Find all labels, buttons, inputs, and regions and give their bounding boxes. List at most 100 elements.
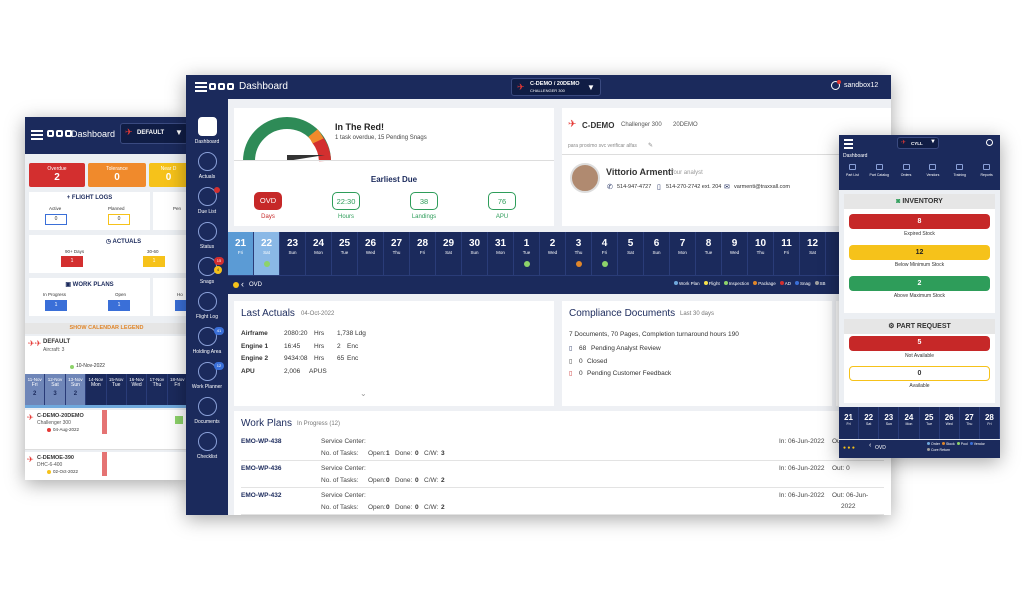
calendar-day[interactable]: 16-Nov Wed (127, 374, 148, 405)
left-tile-overdue[interactable]: Overdue 2 (29, 163, 85, 187)
menu-icon[interactable] (31, 134, 43, 136)
calendar-day[interactable]: 28 Fri (980, 407, 1000, 439)
sidebar-item-documents[interactable]: Documents (186, 397, 228, 425)
aircraft-dropdown[interactable]: ✈ C-DEMO / 20DEMO CHALLENGER 300 ▼ (511, 78, 601, 96)
work-plan-row[interactable]: EMO-WP-432 Service Center: No. of Tasks: Op… (241, 489, 884, 515)
calendar-day[interactable]: 24 Mon (899, 407, 920, 439)
col-value[interactable]: 1 (45, 300, 67, 311)
calendar-day[interactable]: 11-Nov Fri 2 (25, 374, 46, 405)
calendar-day[interactable]: 18-Nov Fri (168, 374, 188, 405)
due-value-box[interactable]: 22:30 (332, 192, 360, 210)
compliance-label[interactable]: Pending Customer Feedback (587, 370, 671, 377)
col-value[interactable]: 1 (61, 256, 83, 267)
sidebar-item-status[interactable]: Status (186, 222, 228, 250)
sidebar-item-due-list[interactable]: Due List (186, 187, 228, 215)
inventory-value[interactable]: 2 (849, 276, 990, 291)
calendar-day[interactable]: 13-Nov Sun 2 (65, 374, 87, 405)
mobile-nav-vendors[interactable]: Vendors (920, 162, 947, 177)
calendar-day[interactable]: 23 Sun (879, 407, 900, 439)
edit-icon[interactable]: ✎ (648, 142, 653, 149)
chevron-down-icon[interactable]: ⌄ (360, 389, 367, 398)
calendar-day[interactable]: 25 Tue (920, 407, 940, 439)
analyst-phone2[interactable]: 514-270-2742 ext. 204 (666, 184, 721, 190)
mobile-nav-training[interactable]: Training (946, 162, 973, 177)
user-icon[interactable] (986, 139, 993, 146)
chevron-left-icon[interactable]: ‹ (869, 442, 871, 449)
calendar-day[interactable]: 25 Tue (332, 232, 358, 275)
calendar-day[interactable]: 26 Wed (940, 407, 960, 439)
col-value[interactable]: 0 (45, 214, 67, 225)
calendar-day[interactable]: 28 Fri (410, 232, 436, 275)
inventory-value[interactable]: 12 (849, 245, 990, 260)
compliance-label[interactable]: Pending Analyst Review (591, 345, 661, 352)
analyst-email[interactable]: varmenti@traxxall.com (734, 184, 790, 190)
calendar-legend-toggle[interactable]: SHOW CALENDAR LEGEND (25, 323, 188, 334)
calendar-day[interactable]: 11 Fri (774, 232, 800, 275)
sidebar-item-holding-area[interactable]: Holding Area 41 (186, 327, 228, 355)
calendar-day[interactable]: 22 Sat (859, 407, 880, 439)
left-tile-tolerance[interactable]: Tolerance 0 (88, 163, 146, 187)
sidebar-item-work-planner[interactable]: Work Planner 12 (186, 362, 228, 390)
calendar-day[interactable]: 29 Sat (436, 232, 462, 275)
calendar-day[interactable]: 21 Fri (228, 232, 254, 275)
calendar-day[interactable]: 14-Nov Mon (86, 374, 107, 405)
calendar-day[interactable]: 10 Thu (748, 232, 774, 275)
work-plan-id[interactable]: EMO-WP-438 (241, 438, 281, 445)
left-tile-near[interactable]: Near D 0 (149, 163, 188, 187)
menu-icon[interactable] (844, 143, 853, 145)
work-plan-row[interactable]: EMO-WP-438 Service Center: No. of Tasks: Op… (241, 435, 884, 461)
calendar-day[interactable]: 5 Sat (618, 232, 644, 275)
mobile-nav-reports[interactable]: Reports (973, 162, 1000, 177)
calendar-day[interactable]: 23 Sun (280, 232, 306, 275)
calendar-day[interactable]: 30 Sun (462, 232, 488, 275)
inventory-value[interactable]: 8 (849, 214, 990, 229)
calendar-day[interactable]: 27 Thu (960, 407, 980, 439)
sidebar-item-checklist[interactable]: Checklist (186, 432, 228, 460)
calendar-day[interactable]: 4 Fri (592, 232, 618, 275)
calendar-day[interactable]: 3 Thu (566, 232, 592, 275)
compliance-label[interactable]: Closed (587, 358, 607, 365)
col-value[interactable]: 1 (108, 300, 130, 311)
mobile-dropdown[interactable]: ✈ CYLL ▼ (897, 137, 939, 149)
calendar-day[interactable]: 7 Mon (670, 232, 696, 275)
col-value[interactable]: 1 (143, 256, 165, 267)
work-plan-id[interactable]: EMO-WP-436 (241, 465, 281, 472)
mobile-nav-part-list[interactable]: Part List (839, 162, 866, 177)
sidebar-item-snags[interactable]: Snags 15 4 (186, 257, 228, 285)
calendar-day[interactable]: 6 Sun (644, 232, 670, 275)
calendar-day[interactable]: 26 Wed (358, 232, 384, 275)
work-plan-row[interactable]: EMO-WP-436 Service Center: No. of Tasks: Op… (241, 462, 884, 488)
calendar-day[interactable]: 2 Wed (540, 232, 566, 275)
menu-icon[interactable] (195, 86, 207, 88)
analyst-phone1[interactable]: 514-947-4727 (617, 184, 651, 190)
aircraft-row[interactable]: ✈ C-DEMOE-390 DHC-6-400 02-Oct-2022 (25, 452, 188, 480)
sidebar-item-actuals[interactable]: Actuals (186, 152, 228, 180)
calendar-day[interactable]: 31 Mon (488, 232, 514, 275)
mobile-nav-part-catalog[interactable]: Part Catalog (866, 162, 893, 177)
calendar-day[interactable]: 12 Sat (800, 232, 826, 275)
part-request-value[interactable]: 5 (849, 336, 990, 351)
calendar-day[interactable]: 9 Wed (722, 232, 748, 275)
calendar-day[interactable]: 22 Sat (254, 232, 280, 275)
user-name[interactable]: sandbox12 (844, 82, 878, 89)
sidebar-item-flight-log[interactable]: Flight Log (186, 292, 228, 320)
left-dropdown[interactable]: ✈ DEFAULT ▼ (120, 123, 188, 144)
calendar-day[interactable]: 27 Thu (384, 232, 410, 275)
calendar-day[interactable]: 15-Nov Tue (107, 374, 127, 405)
due-value-box[interactable]: OVD (254, 192, 282, 210)
calendar-day[interactable]: 8 Tue (696, 232, 722, 275)
work-plan-id[interactable]: EMO-WP-432 (241, 492, 281, 499)
calendar-day[interactable]: 17-Nov Thu (147, 374, 168, 405)
calendar-day[interactable]: 21 Fri (839, 407, 860, 439)
mobile-nav-orders[interactable]: Orders (893, 162, 920, 177)
sidebar-item-dashboard[interactable]: Dashboard (186, 117, 228, 145)
calendar-day[interactable]: 1 Tue (514, 232, 540, 275)
calendar-day[interactable]: 24 Mon (306, 232, 332, 275)
aircraft-row[interactable]: ✈ C-DEMO-20DEMO Challenger 300 04-Aug-20… (25, 410, 188, 450)
default-block[interactable]: ✈✈ DEFAULT Aircraft: 3 10-Nov-2022 (25, 336, 188, 376)
part-request-value[interactable]: 0 (849, 366, 990, 381)
due-value-box[interactable]: 38 (410, 192, 438, 210)
chevron-left-icon[interactable]: ‹ (241, 279, 244, 289)
calendar-day[interactable]: 12-Nov Sat 3 (45, 374, 66, 405)
col-value[interactable]: 0 (108, 214, 130, 225)
